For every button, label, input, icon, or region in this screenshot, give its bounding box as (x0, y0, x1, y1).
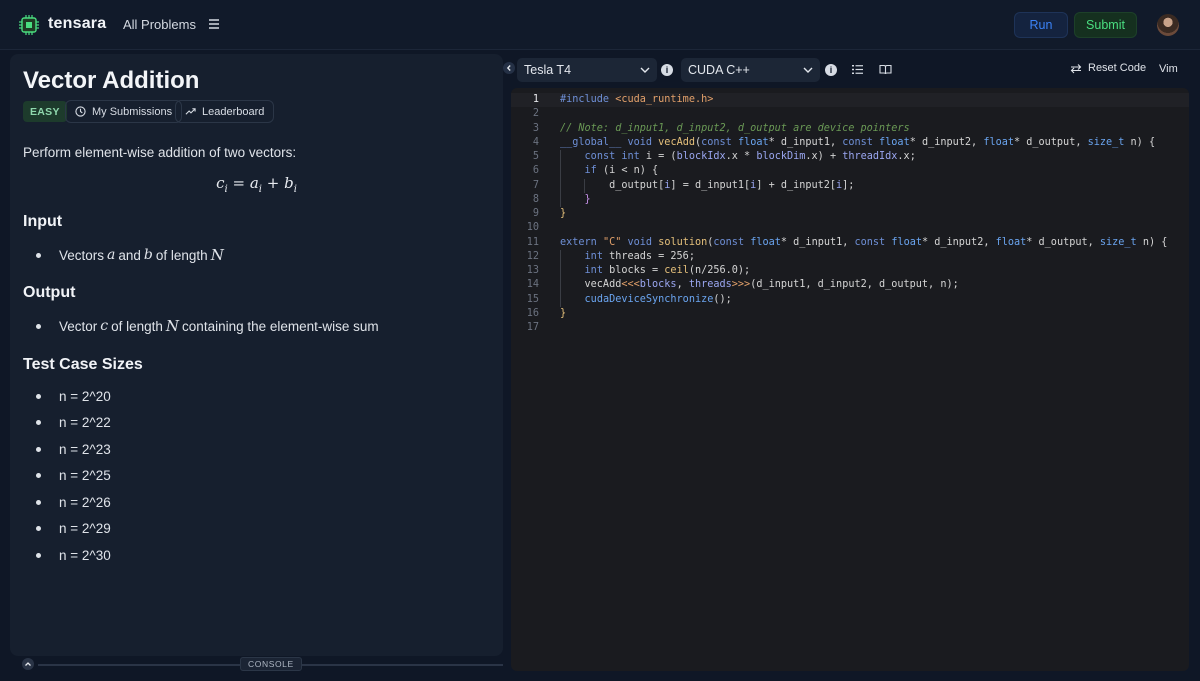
my-submissions-label: My Submissions (92, 105, 173, 118)
gpu-info-icon[interactable]: i (661, 64, 673, 76)
console-bar[interactable]: CONSOLE (10, 657, 503, 671)
run-button[interactable]: Run (1014, 12, 1068, 38)
console-label[interactable]: CONSOLE (240, 657, 302, 671)
hamburger-menu-icon[interactable] (207, 17, 221, 31)
chevron-down-icon (803, 67, 813, 73)
input-heading: Input (23, 213, 63, 230)
reset-code-label: Reset Code (1088, 62, 1147, 74)
chevron-up-icon (25, 662, 31, 666)
problem-description: Perform element-wise addition of two vec… (23, 145, 297, 160)
output-item: Vector c of length N containing the elem… (36, 317, 379, 335)
editor-toolbar: Tesla T4 i CUDA C++ i Reset Code Vim (503, 54, 1200, 86)
problem-title: Vector Addition (23, 67, 200, 94)
console-toggle-button[interactable] (22, 658, 34, 670)
chevron-left-icon (506, 65, 511, 71)
code-line[interactable]: 7 d_output[i] = d_input1[i] + d_input2[i… (511, 178, 1189, 193)
gpu-select-value: Tesla T4 (524, 63, 572, 77)
vim-toggle[interactable]: Vim (1159, 63, 1178, 75)
code-line[interactable]: 5 const int i = (blockIdx.x * blockDim.x… (511, 150, 1189, 165)
code-line[interactable]: 11 extern "C" void solution(const float* … (511, 236, 1189, 250)
book-open-icon[interactable] (879, 63, 892, 76)
leaderboard-label: Leaderboard (202, 105, 265, 118)
code-line[interactable]: 13 int blocks = ceil(n/256.0); (511, 264, 1189, 279)
test-size-item: n = 2^23 (36, 442, 111, 457)
problem-panel: Vector Addition EASY My Submissions Lead… (10, 54, 503, 656)
submit-button[interactable]: Submit (1074, 12, 1137, 38)
test-size-item: n = 2^25 (36, 468, 111, 483)
brand-name[interactable]: tensara (48, 15, 106, 33)
chip-logo-icon[interactable] (18, 14, 40, 36)
collapse-panel-button[interactable] (503, 62, 515, 74)
user-avatar[interactable] (1157, 14, 1179, 36)
code-line[interactable]: 10 (511, 221, 1189, 235)
all-problems-link[interactable]: All Problems (123, 17, 196, 32)
input-item: Vectors a and b of length N (36, 246, 227, 264)
code-line[interactable]: 12 int threads = 256; (511, 249, 1189, 264)
code-line[interactable]: 9} (511, 207, 1189, 221)
code-line[interactable]: 4 __global__ void vecAdd(const float* d_i… (511, 136, 1189, 150)
code-line[interactable]: 3// Note: d_input1, d_input2, d_output a… (511, 122, 1189, 136)
trending-up-icon (185, 108, 196, 115)
language-info-icon[interactable]: i (825, 64, 837, 76)
difficulty-badge: EASY (23, 101, 67, 122)
clock-icon (75, 106, 86, 117)
my-submissions-button[interactable]: My Submissions (65, 100, 183, 123)
code-line[interactable]: 2 (511, 107, 1189, 121)
top-nav: tensara All Problems Run Submit (0, 0, 1200, 50)
test-size-item: n = 2^30 (36, 548, 111, 563)
language-select[interactable]: CUDA C++ (681, 58, 820, 82)
test-size-item: n = 2^26 (36, 495, 111, 510)
output-heading: Output (23, 284, 76, 301)
code-lines: 1 #include <cuda_runtime.h> 2 3// Note: d… (511, 93, 1189, 335)
code-line[interactable]: 6 if (i < n) { (511, 164, 1189, 179)
test-size-item: n = 2^22 (36, 415, 111, 430)
gpu-select[interactable]: Tesla T4 (517, 58, 657, 82)
code-editor[interactable]: 1 #include <cuda_runtime.h> 2 3// Note: d… (511, 88, 1189, 671)
code-line[interactable]: 17 (511, 321, 1189, 335)
test-sizes-heading: Test Case Sizes (23, 356, 143, 373)
code-line[interactable]: 8 } (511, 192, 1189, 207)
formula: ci = ai + bi (216, 174, 297, 195)
code-line[interactable]: 1 #include <cuda_runtime.h> (511, 93, 1189, 108)
swap-icon (1070, 63, 1082, 73)
test-size-item: n = 2^20 (36, 389, 111, 404)
leaderboard-button[interactable]: Leaderboard (175, 100, 275, 123)
test-size-item: n = 2^29 (36, 521, 111, 536)
language-select-value: CUDA C++ (688, 63, 750, 77)
code-line[interactable]: 16} (511, 307, 1189, 321)
code-line[interactable]: 14 vecAdd<<<blocks, threads>>>(d_input1,… (511, 278, 1189, 293)
list-icon[interactable] (851, 63, 864, 76)
chevron-down-icon (640, 67, 650, 73)
reset-code-button[interactable]: Reset Code (1070, 62, 1146, 74)
code-line[interactable]: 15 cudaDeviceSynchronize(); (511, 292, 1189, 307)
